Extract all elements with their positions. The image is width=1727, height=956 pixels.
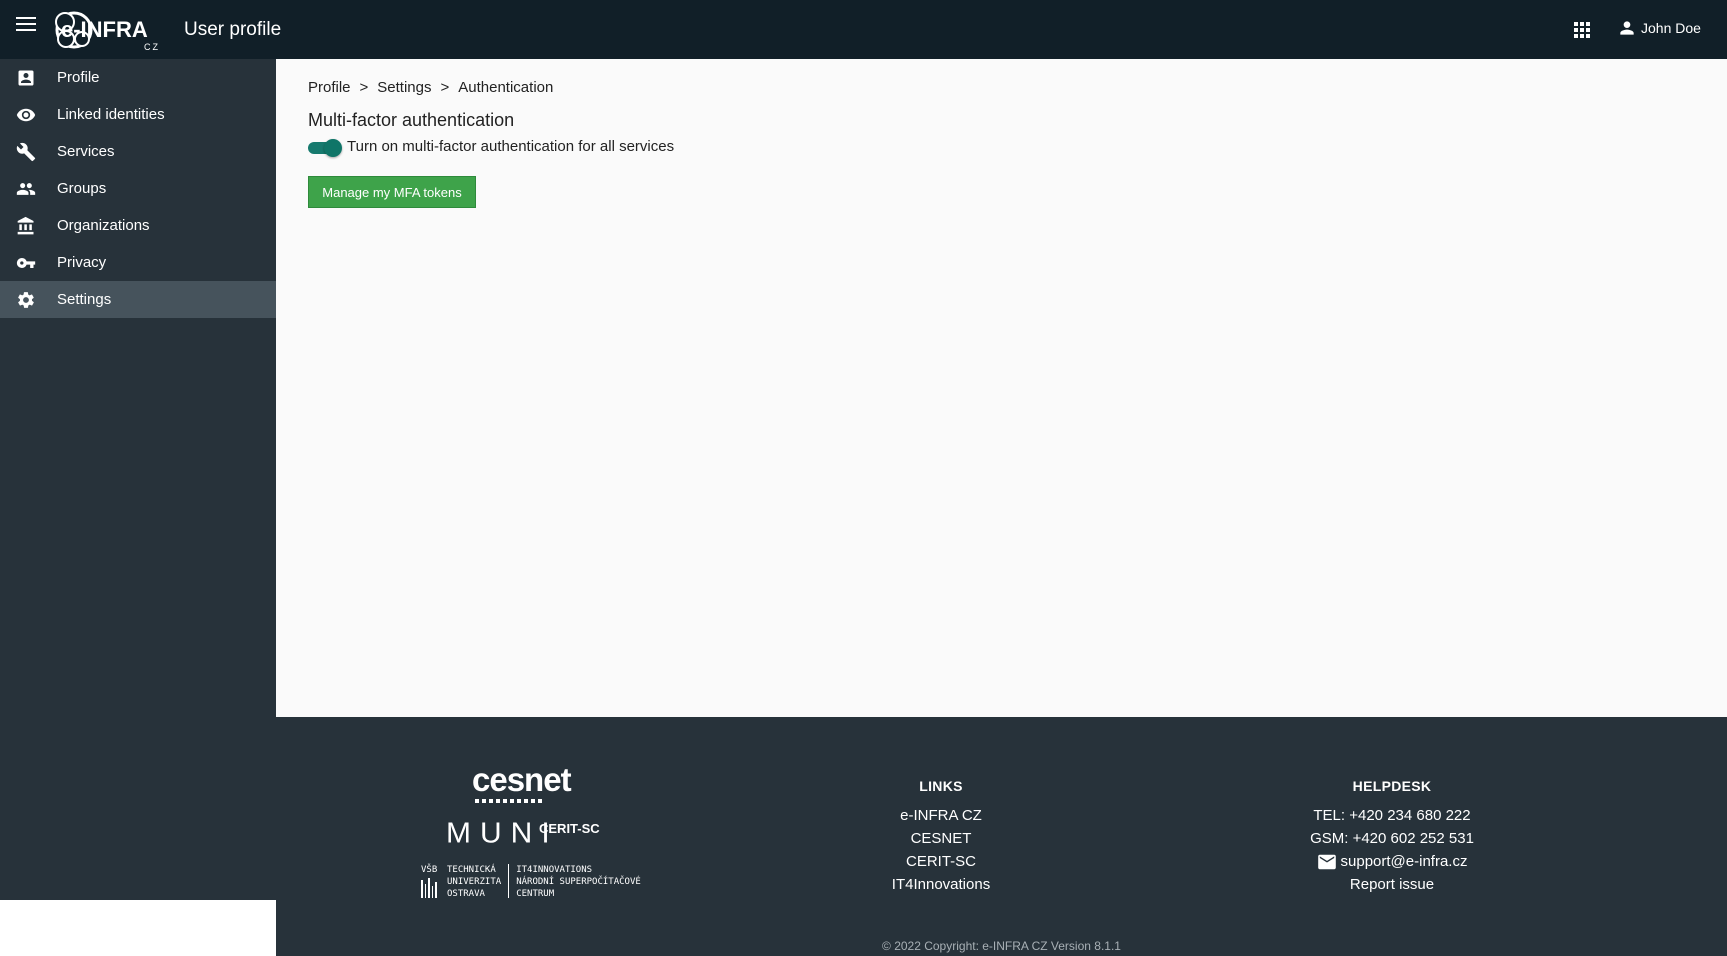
sidebar-item-linked-identities[interactable]: Linked identities [0,96,276,133]
footer-link-it4innovations[interactable]: IT4Innovations [856,873,1026,896]
cerit-sc-logo[interactable]: CERIT-SC [539,821,600,836]
sidebar: Profile Linked identities Services Group… [0,59,276,900]
helpdesk-email-link[interactable]: support@e-infra.cz [1341,850,1468,873]
main-content: Profile > Settings > Authentication Mult… [276,59,1727,717]
sidebar-item-privacy[interactable]: Privacy [0,244,276,281]
account-box-icon [14,66,38,90]
cesnet-logo-dots [475,799,542,803]
vsb-logo-text: OSTRAVA [447,889,485,899]
helpdesk-heading: HELPDESK [1352,778,1432,794]
sidebar-item-settings[interactable]: Settings [0,281,276,318]
logo-divider [508,864,510,898]
e-infra-logo[interactable]: e-INFRA CZ [52,8,164,52]
app-title: User profile [184,19,282,40]
footer-helpdesk: HELPDESK TEL: +420 234 680 222 GSM: +420… [1287,778,1497,896]
gear-icon [14,288,38,312]
sidebar-item-groups[interactable]: Groups [0,170,276,207]
it4i-logo-text: NÁRODNÍ SUPERPOČÍTAČOVÉ [516,877,641,887]
copyright: © 2022 Copyright: e-INFRA CZ Version 8.1… [882,939,1121,953]
apps-grid-icon[interactable] [1574,22,1590,38]
vsb-it4i-logo[interactable]: VŠB TECHNICKÁ UNIVERZITA OSTRAVA IT4INNO… [421,864,641,900]
sidebar-item-organizations[interactable]: Organizations [0,207,276,244]
sidebar-item-profile[interactable]: Profile [0,59,276,96]
section-title: Multi-factor authentication [308,110,515,130]
helpdesk-tel: TEL: +420 234 680 222 [1313,807,1471,824]
cesnet-logo[interactable]: cesnet [472,761,572,799]
mfa-toggle-label: Turn on multi-factor authentication for … [347,138,675,155]
sidebar-item-label: Profile [57,69,100,86]
mail-icon [1317,854,1336,869]
footer-link-e-infra[interactable]: e-INFRA CZ [856,804,1026,827]
svg-text:CZ: CZ [144,42,160,52]
sidebar-item-label: Services [57,143,115,160]
breadcrumb-separator: > [440,79,450,96]
vsb-logo-text: UNIVERZITA [447,877,502,887]
breadcrumb-profile[interactable]: Profile [308,79,351,96]
user-menu[interactable]: John Doe [1617,18,1701,38]
helpdesk-email-row: support@e-infra.cz [1287,850,1497,873]
sidebar-item-label: Settings [57,291,112,308]
footer-links: LINKS e-INFRA CZ CESNET CERIT-SC IT4Inno… [856,778,1026,896]
footer-link-cesnet[interactable]: CESNET [856,827,1026,850]
it4i-logo-text: IT4INNOVATIONS [516,865,593,875]
it4i-logo-text: CENTRUM [516,889,555,899]
vsb-bars-icon [421,876,441,898]
footer: cesnet MUNI CERIT-SC VŠB TECHNICKÁ UNIVE… [276,717,1727,956]
breadcrumb: Profile > Settings > Authentication [308,79,553,96]
breadcrumb-authentication: Authentication [458,79,554,96]
links-heading: LINKS [919,778,963,794]
mfa-toggle[interactable] [308,138,342,157]
wrench-icon [14,140,38,164]
sidebar-item-label: Linked identities [57,106,165,123]
user-name: John Doe [1641,20,1701,36]
partner-logos: cesnet MUNI CERIT-SC VŠB TECHNICKÁ UNIVE… [421,761,666,911]
person-icon [1620,21,1634,35]
helpdesk-gsm: GSM: +420 602 252 531 [1310,830,1474,847]
breadcrumb-separator: > [359,79,369,96]
sidebar-item-services[interactable]: Services [0,133,276,170]
eye-icon [14,103,38,127]
sidebar-bottom-blank [0,900,276,956]
footer-link-cerit-sc[interactable]: CERIT-SC [856,850,1026,873]
top-bar: e-INFRA CZ User profile John Doe [0,0,1727,59]
breadcrumb-settings[interactable]: Settings [377,79,431,96]
menu-icon[interactable] [16,17,36,33]
sidebar-item-label: Groups [57,180,107,197]
sidebar-item-label: Organizations [57,217,150,234]
key-icon [14,251,38,275]
people-icon [14,177,38,201]
vsb-logo-text: TECHNICKÁ [447,865,496,875]
bank-icon [14,214,38,238]
vsb-logo-text: VŠB [421,865,438,875]
mfa-toggle-row: Turn on multi-factor authentication for … [308,138,675,157]
svg-text:e-INFRA: e-INFRA [61,17,148,42]
manage-mfa-tokens-button[interactable]: Manage my MFA tokens [308,176,476,208]
report-issue-link[interactable]: Report issue [1287,873,1497,896]
sidebar-item-label: Privacy [57,254,107,271]
